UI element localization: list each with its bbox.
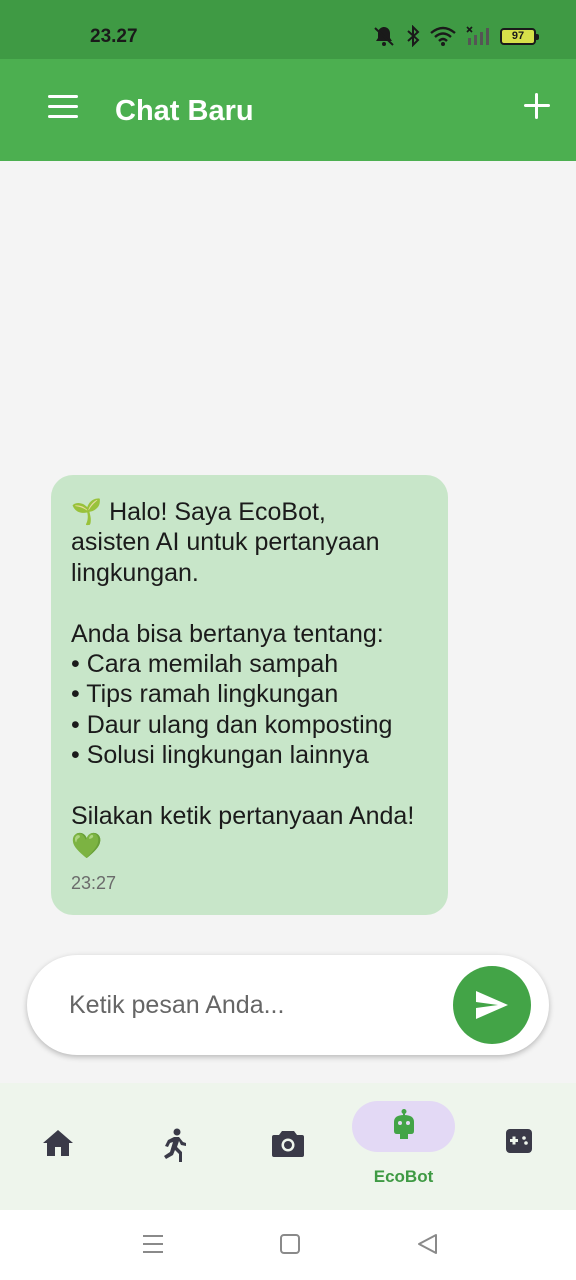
app-bar: Chat Baru [0,59,576,161]
chat-area[interactable]: 🌱 Halo! Saya EcoBot, asisten AI untuk pe… [0,161,576,1081]
send-icon [476,991,508,1019]
nav-item-games[interactable] [461,1083,576,1210]
hamburger-menu-icon[interactable] [48,95,80,123]
bot-message-bubble: 🌱 Halo! Saya EcoBot, asisten AI untuk pe… [51,475,448,915]
system-nav-bar [0,1210,576,1280]
robot-icon [393,1109,414,1139]
new-chat-button[interactable] [524,93,550,119]
message-input-bar [27,955,549,1055]
send-button[interactable] [453,966,531,1044]
page-title: Chat Baru [115,95,254,127]
game-controller-icon [505,1129,532,1153]
home-icon [42,1130,73,1156]
nav-item-camera[interactable] [230,1083,345,1210]
recent-apps-icon[interactable] [142,1232,164,1256]
message-timestamp: 23:27 [71,873,117,893]
message-text: 🌱 Halo! Saya EcoBot, asisten AI untuk pe… [71,498,415,861]
bottom-nav: EcoBot [0,1083,576,1210]
status-bar: 23.27 97 [0,0,576,59]
nav-item-home[interactable] [0,1083,115,1210]
camera-icon [271,1131,304,1157]
status-icons: 97 [372,25,539,47]
message-input[interactable] [69,985,429,1025]
bluetooth-icon [407,25,420,47]
running-person-icon [163,1128,186,1162]
nav-label-ecobot: EcoBot [373,1167,434,1186]
nav-item-ecobot[interactable]: EcoBot [346,1083,461,1210]
mute-icon [374,27,394,46]
wifi-icon [430,26,456,46]
home-square-icon[interactable] [279,1232,301,1256]
signal-icon [466,26,489,45]
back-triangle-icon[interactable] [416,1232,440,1256]
nav-item-activity[interactable] [115,1083,230,1210]
battery-icon: 97 [500,27,539,45]
status-time: 23.27 [90,26,138,47]
